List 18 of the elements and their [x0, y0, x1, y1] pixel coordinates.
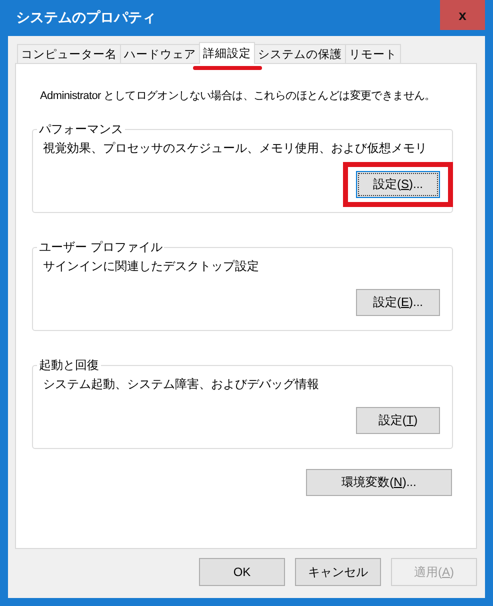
dialog-button[interactable]: OK	[199, 558, 285, 586]
window-title: システムのプロパティ	[15, 9, 156, 27]
notice-text: Administrator としてログオンしない場合は、これらのほとんどは変更できません。	[40, 88, 436, 103]
environment-variables-button[interactable]: 環境変数(N)...	[306, 469, 452, 496]
group-description: 視覚効果、プロセッサのスケジュール、メモリ使用、および仮想メモリ	[43, 140, 428, 157]
settings-button[interactable]: 設定(S)...	[356, 171, 440, 198]
dialog-button[interactable]: キャンセル	[295, 558, 381, 586]
group-title: パフォーマンス	[38, 121, 124, 138]
settings-button[interactable]: 設定(T)	[356, 407, 440, 434]
tab[interactable]: リモート	[345, 44, 401, 63]
settings-button[interactable]: 設定(E)...	[356, 289, 440, 316]
group-description: システム起動、システム障害、およびデバッグ情報	[43, 376, 320, 393]
tab[interactable]: コンピューター名	[17, 44, 121, 63]
group-description: サインインに関連したデスクトップ設定	[43, 258, 260, 275]
close-button[interactable]: x	[440, 0, 485, 30]
group-title: 起動と回復	[38, 357, 100, 374]
group-title: ユーザー プロファイル	[38, 239, 164, 256]
tab[interactable]: 詳細設定	[199, 42, 255, 64]
